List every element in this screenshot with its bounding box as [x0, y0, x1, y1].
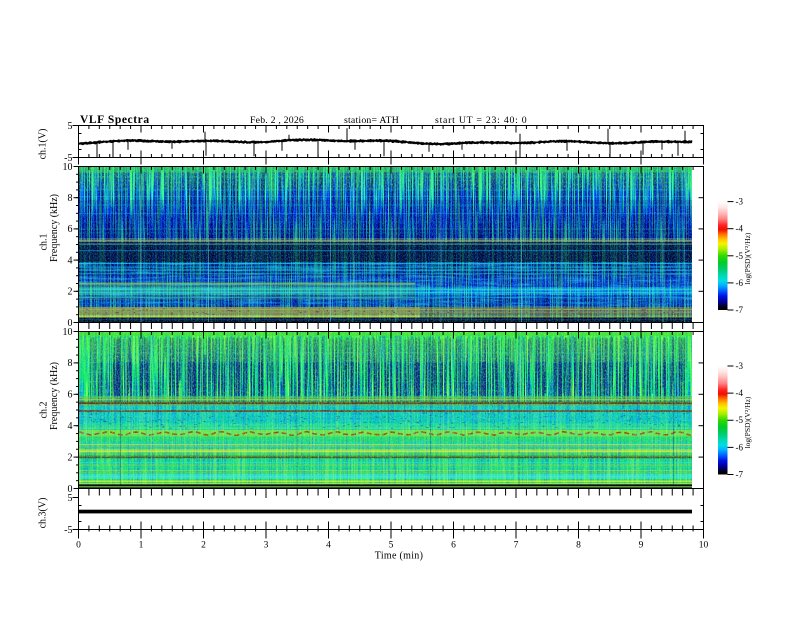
svg-text:10: 10 — [63, 327, 73, 338]
svg-text:-7: -7 — [736, 305, 744, 315]
svg-text:0: 0 — [76, 541, 81, 551]
svg-text:Feb. 2 , 2026: Feb. 2 , 2026 — [250, 115, 304, 126]
svg-text:Frequency (kHz): Frequency (kHz) — [49, 362, 60, 430]
svg-text:8: 8 — [68, 358, 73, 369]
svg-text:6: 6 — [451, 541, 456, 551]
svg-text:station= ATH: station= ATH — [344, 115, 399, 126]
svg-text:Time (min): Time (min) — [375, 551, 423, 562]
svg-text:VLF Spectra: VLF Spectra — [80, 114, 150, 126]
svg-text:2: 2 — [68, 452, 73, 463]
svg-text:6: 6 — [68, 224, 73, 235]
svg-text:9: 9 — [639, 541, 644, 551]
svg-text:6: 6 — [68, 390, 73, 401]
svg-text:10: 10 — [699, 541, 709, 551]
svg-text:8: 8 — [576, 541, 581, 551]
svg-text:-3: -3 — [736, 197, 744, 207]
svg-text:7: 7 — [514, 541, 519, 551]
svg-text:2: 2 — [68, 287, 73, 298]
svg-text:log(PSD)(V²/Hz): log(PSD)(V²/Hz) — [743, 396, 752, 448]
svg-text:4: 4 — [326, 541, 331, 551]
svg-text:0: 0 — [68, 484, 73, 495]
svg-text:-7: -7 — [736, 470, 744, 480]
svg-text:ch.1: ch.1 — [39, 234, 50, 251]
svg-text:10: 10 — [63, 162, 73, 173]
svg-text:4: 4 — [68, 421, 73, 432]
svg-text:8: 8 — [68, 193, 73, 204]
svg-text:-4: -4 — [736, 224, 744, 234]
svg-text:start UT = 23: 40: 0: start UT = 23: 40: 0 — [435, 115, 527, 126]
svg-text:2: 2 — [201, 541, 206, 551]
svg-text:1: 1 — [139, 541, 144, 551]
svg-text:ch.2: ch.2 — [39, 402, 50, 419]
svg-text:Frequency (kHz): Frequency (kHz) — [49, 194, 60, 262]
svg-text:ch.3(V): ch.3(V) — [38, 498, 49, 529]
svg-text:4: 4 — [68, 255, 73, 266]
svg-text:-3: -3 — [736, 361, 744, 371]
svg-text:5: 5 — [68, 121, 73, 132]
svg-text:log(PSD)(V²/Hz): log(PSD)(V²/Hz) — [743, 232, 752, 284]
svg-text:-5: -5 — [64, 525, 72, 536]
svg-text:ch.1(V): ch.1(V) — [38, 129, 49, 160]
svg-text:5: 5 — [389, 541, 394, 551]
svg-text:3: 3 — [264, 541, 269, 551]
